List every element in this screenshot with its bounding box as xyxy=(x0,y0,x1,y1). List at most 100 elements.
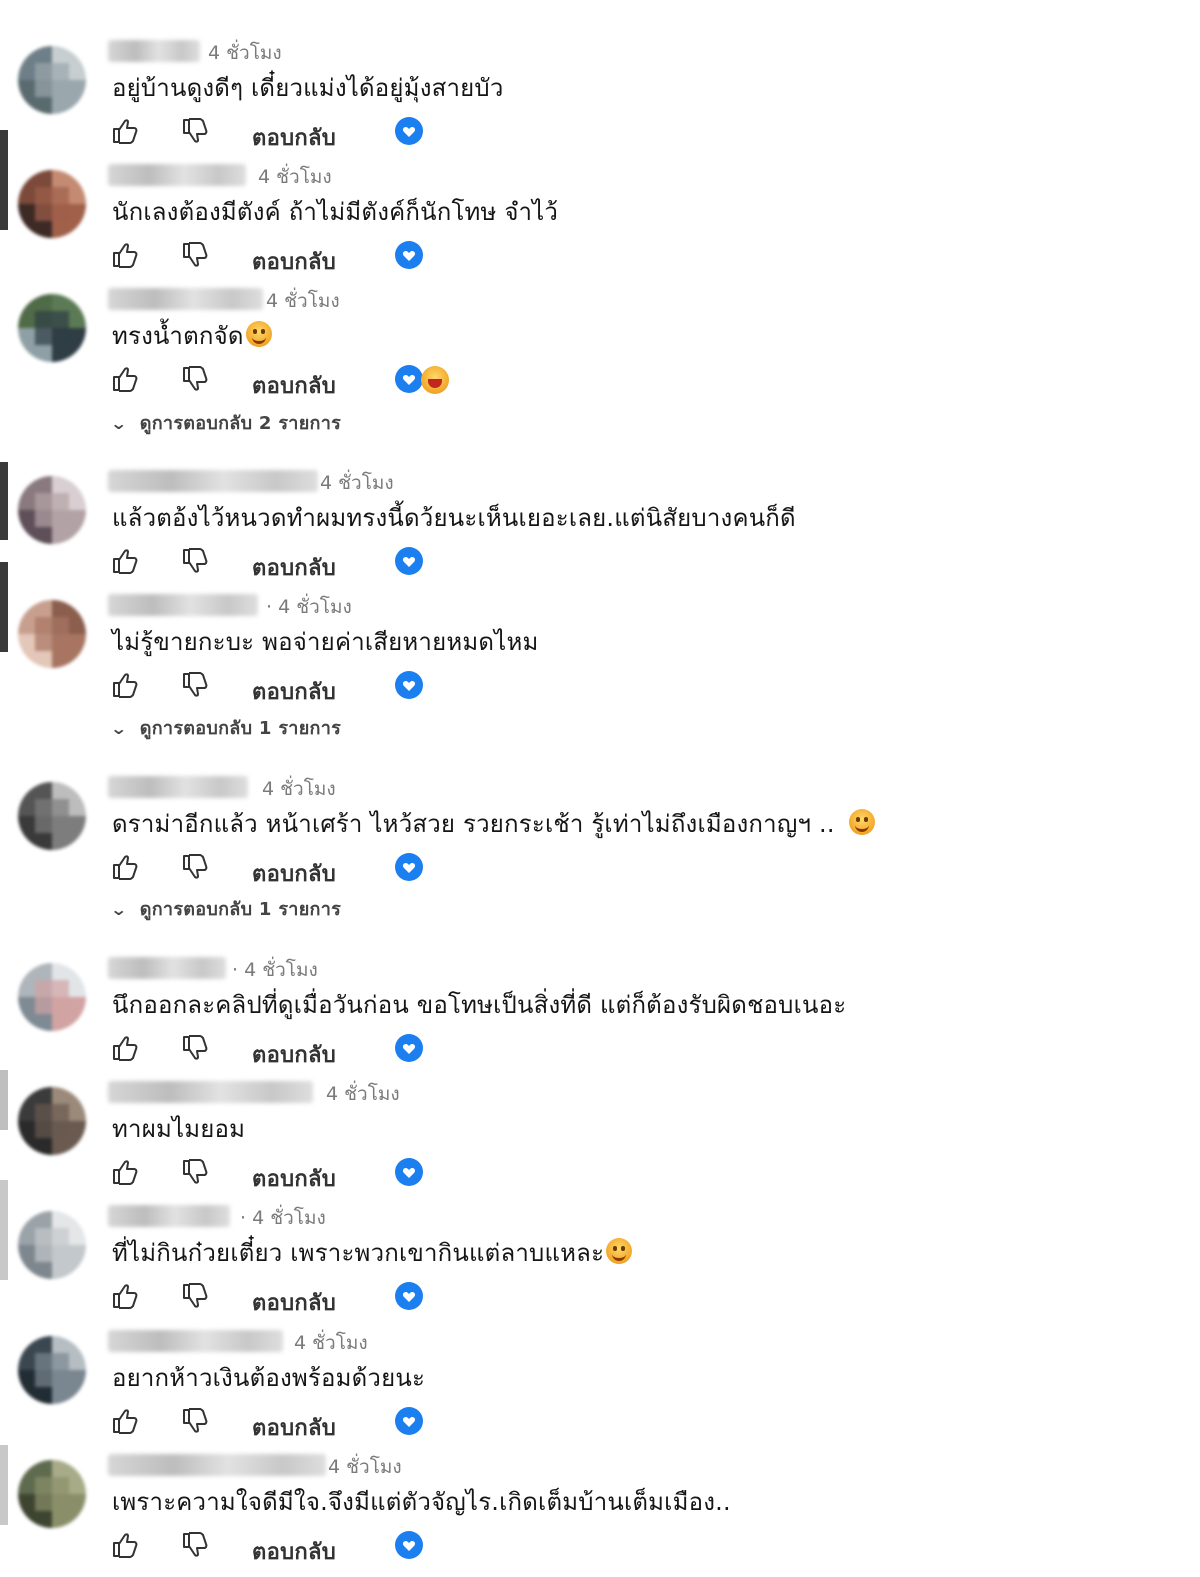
reply-button[interactable]: ตอบกลับ xyxy=(252,244,336,279)
avatar[interactable] xyxy=(18,1336,86,1404)
reply-button[interactable]: ตอบกลับ xyxy=(252,0,334,7)
reply-button[interactable]: ตอบกลับ xyxy=(252,1410,336,1445)
comment-timestamp[interactable]: 4 ชั่วโมง xyxy=(294,1328,368,1358)
creator-heart-icon xyxy=(394,1033,424,1063)
username-redacted[interactable] xyxy=(108,594,258,616)
comment-timestamp[interactable]: 4 ชั่วโมง xyxy=(320,468,394,498)
comment-text-content: ไม่รู้ขายกะบะ พอจ่ายค่าเสียหายหมดไหม xyxy=(112,628,539,656)
view-replies-button[interactable]: ⌄ ดูการตอบกลับ 1 รายการ xyxy=(109,894,342,923)
username-redacted[interactable] xyxy=(108,164,246,186)
creator-heart-icon xyxy=(394,1281,424,1311)
thumbs-down-icon[interactable] xyxy=(180,1033,210,1063)
comment-text: อยากห้าวเงินต้องพร้อมด้วยนะ xyxy=(112,1358,425,1397)
thumbs-up-icon[interactable] xyxy=(110,364,140,394)
reply-button[interactable]: ตอบกลับ xyxy=(252,856,336,891)
comment-text-content: นักเลงต้องมีตังค์ ถ้าไม่มีตังค์ก็นักโทษ … xyxy=(112,198,559,226)
thumbs-up-icon[interactable] xyxy=(110,670,140,700)
comment-timestamp[interactable]: · 4 ชั่วโมง xyxy=(240,1203,326,1233)
reply-button[interactable]: ตอบกลับ xyxy=(252,1285,336,1320)
thumbs-up-icon[interactable] xyxy=(110,546,140,576)
reply-button[interactable]: ตอบกลับ xyxy=(252,368,336,403)
thumbs-up-icon[interactable] xyxy=(110,1033,140,1063)
comment-timestamp[interactable]: 4 ชั่วโมง xyxy=(208,38,282,68)
avatar[interactable] xyxy=(18,1460,86,1528)
comment-text: อยู่บ้านดูงดีๆ เดี๋ยวแม่งได้อยู่มุ้งสายบ… xyxy=(112,68,504,107)
comment-timestamp[interactable]: 4 ชั่วโมง xyxy=(262,774,336,804)
comment-text-content: ทรงน้ำตกจัด xyxy=(112,322,244,350)
comment-item: 4 ชั่วโมงทาผมไมยอม ตอบกลับ xyxy=(0,1079,1200,1204)
thumbs-down-icon[interactable] xyxy=(180,1406,210,1436)
comment-timestamp[interactable]: · 4 ชั่วโมง xyxy=(266,592,352,622)
thumbs-down-icon[interactable] xyxy=(180,1530,210,1560)
thumbs-down-icon[interactable] xyxy=(180,1281,210,1311)
reply-button[interactable]: ตอบกลับ xyxy=(252,550,336,585)
avatar[interactable] xyxy=(18,1211,86,1279)
avatar[interactable] xyxy=(18,476,86,544)
thumbs-up-icon[interactable] xyxy=(110,1530,140,1560)
avatar[interactable] xyxy=(18,294,86,362)
username-redacted[interactable] xyxy=(108,40,200,62)
username-redacted[interactable] xyxy=(108,1454,326,1476)
reply-button[interactable]: ตอบกลับ xyxy=(252,120,336,155)
view-replies-label: ดูการตอบกลับ 1 รายการ xyxy=(139,718,342,739)
view-replies-label: ดูการตอบกลับ 1 รายการ xyxy=(139,899,342,920)
comment-item: 4 ชั่วโมง อยากห้าวเงินต้องพร้อมด้วยนะตอบก… xyxy=(0,1328,1200,1453)
thumbs-down-icon[interactable] xyxy=(180,1157,210,1187)
reply-button[interactable]: ตอบกลับ xyxy=(252,1037,336,1072)
username-redacted[interactable] xyxy=(108,1330,283,1352)
comment-text: ทรงน้ำตกจัด xyxy=(112,316,272,355)
comment-item: · 4 ชั่วโมง นึกออกละคลิปที่ดูเมื่อวันก่อน… xyxy=(0,955,1200,1080)
comment-timestamp[interactable]: · 4 ชั่วโมง xyxy=(232,955,318,985)
thumbs-up-icon[interactable] xyxy=(110,116,140,146)
thumbs-down-icon[interactable] xyxy=(180,240,210,270)
thumbs-up-icon[interactable] xyxy=(110,1281,140,1311)
comment-text-content: ทาผมไมยอม xyxy=(112,1115,246,1143)
reply-button[interactable]: ตอบกลับ xyxy=(252,1161,336,1196)
thumbs-up-icon[interactable] xyxy=(110,1157,140,1187)
username-redacted[interactable] xyxy=(108,288,263,310)
comment-actions: ตอบกลับ xyxy=(110,116,510,152)
comment-timestamp[interactable]: 4 ชั่วโมง xyxy=(328,1452,402,1482)
username-redacted[interactable] xyxy=(108,776,248,798)
reply-button[interactable]: ตอบกลับ xyxy=(252,1534,336,1569)
comment-actions: ตอบกลับ xyxy=(110,852,510,888)
comment-item: · 4 ชั่วโมง ที่ไม่กินก๋วยเตี๋ยว เพราะพวกเ… xyxy=(0,1203,1200,1328)
username-redacted[interactable] xyxy=(108,1205,230,1227)
avatar[interactable] xyxy=(18,782,86,850)
thumbs-down-icon[interactable] xyxy=(180,546,210,576)
creator-heart-icon xyxy=(394,364,424,394)
comment-item: 4 ชั่วโมงนักเลงต้องมีตังค์ ถ้าไม่มีตังค์… xyxy=(0,162,1200,287)
avatar[interactable] xyxy=(18,1087,86,1155)
view-replies-label: ดูการตอบกลับ 2 รายการ xyxy=(139,413,342,434)
username-redacted[interactable] xyxy=(108,470,318,492)
creator-heart-icon xyxy=(394,546,424,576)
reply-button[interactable]: ตอบกลับ xyxy=(252,674,336,709)
comment-timestamp[interactable]: 4 ชั่วโมง xyxy=(258,162,332,192)
thumbs-down-icon[interactable] xyxy=(180,670,210,700)
chevron-down-icon: ⌄ xyxy=(109,900,128,919)
chevron-down-icon: ⌄ xyxy=(109,719,128,738)
thumbs-up-icon[interactable] xyxy=(110,1406,140,1436)
comment-actions: ตอบกลับ xyxy=(110,1033,510,1069)
avatar[interactable] xyxy=(18,170,86,238)
view-replies-button[interactable]: ⌄ ดูการตอบกลับ 2 รายการ xyxy=(109,408,342,437)
username-redacted[interactable] xyxy=(108,1081,313,1103)
comment-timestamp[interactable]: 4 ชั่วโมง xyxy=(266,286,340,316)
thumbs-down-icon[interactable] xyxy=(180,116,210,146)
thumbs-down-icon[interactable] xyxy=(180,364,210,394)
avatar[interactable] xyxy=(18,46,86,114)
comment-actions: ตอบกลับ xyxy=(110,1157,510,1193)
username-redacted[interactable] xyxy=(108,957,226,979)
creator-heart-icon xyxy=(394,670,424,700)
thumbs-down-icon[interactable] xyxy=(180,852,210,882)
avatar[interactable] xyxy=(18,600,86,668)
comment-text-content: เพราะความใจดีมีใจ.จึงมีแต่ตัวจัญไร.เกิดเ… xyxy=(112,1488,731,1516)
chevron-down-icon: ⌄ xyxy=(109,414,128,433)
comment-timestamp[interactable]: 4 ชั่วโมง xyxy=(326,1079,400,1109)
thumbs-up-icon[interactable] xyxy=(110,240,140,270)
comment-text: ที่ไม่กินก๋วยเตี๋ยว เพราะพวกเขากินแต่ลาบ… xyxy=(112,1233,633,1272)
comment-text: นักเลงต้องมีตังค์ ถ้าไม่มีตังค์ก็นักโทษ … xyxy=(112,192,558,231)
view-replies-button[interactable]: ⌄ ดูการตอบกลับ 1 รายการ xyxy=(109,713,342,742)
avatar[interactable] xyxy=(18,963,86,1031)
thumbs-up-icon[interactable] xyxy=(110,852,140,882)
